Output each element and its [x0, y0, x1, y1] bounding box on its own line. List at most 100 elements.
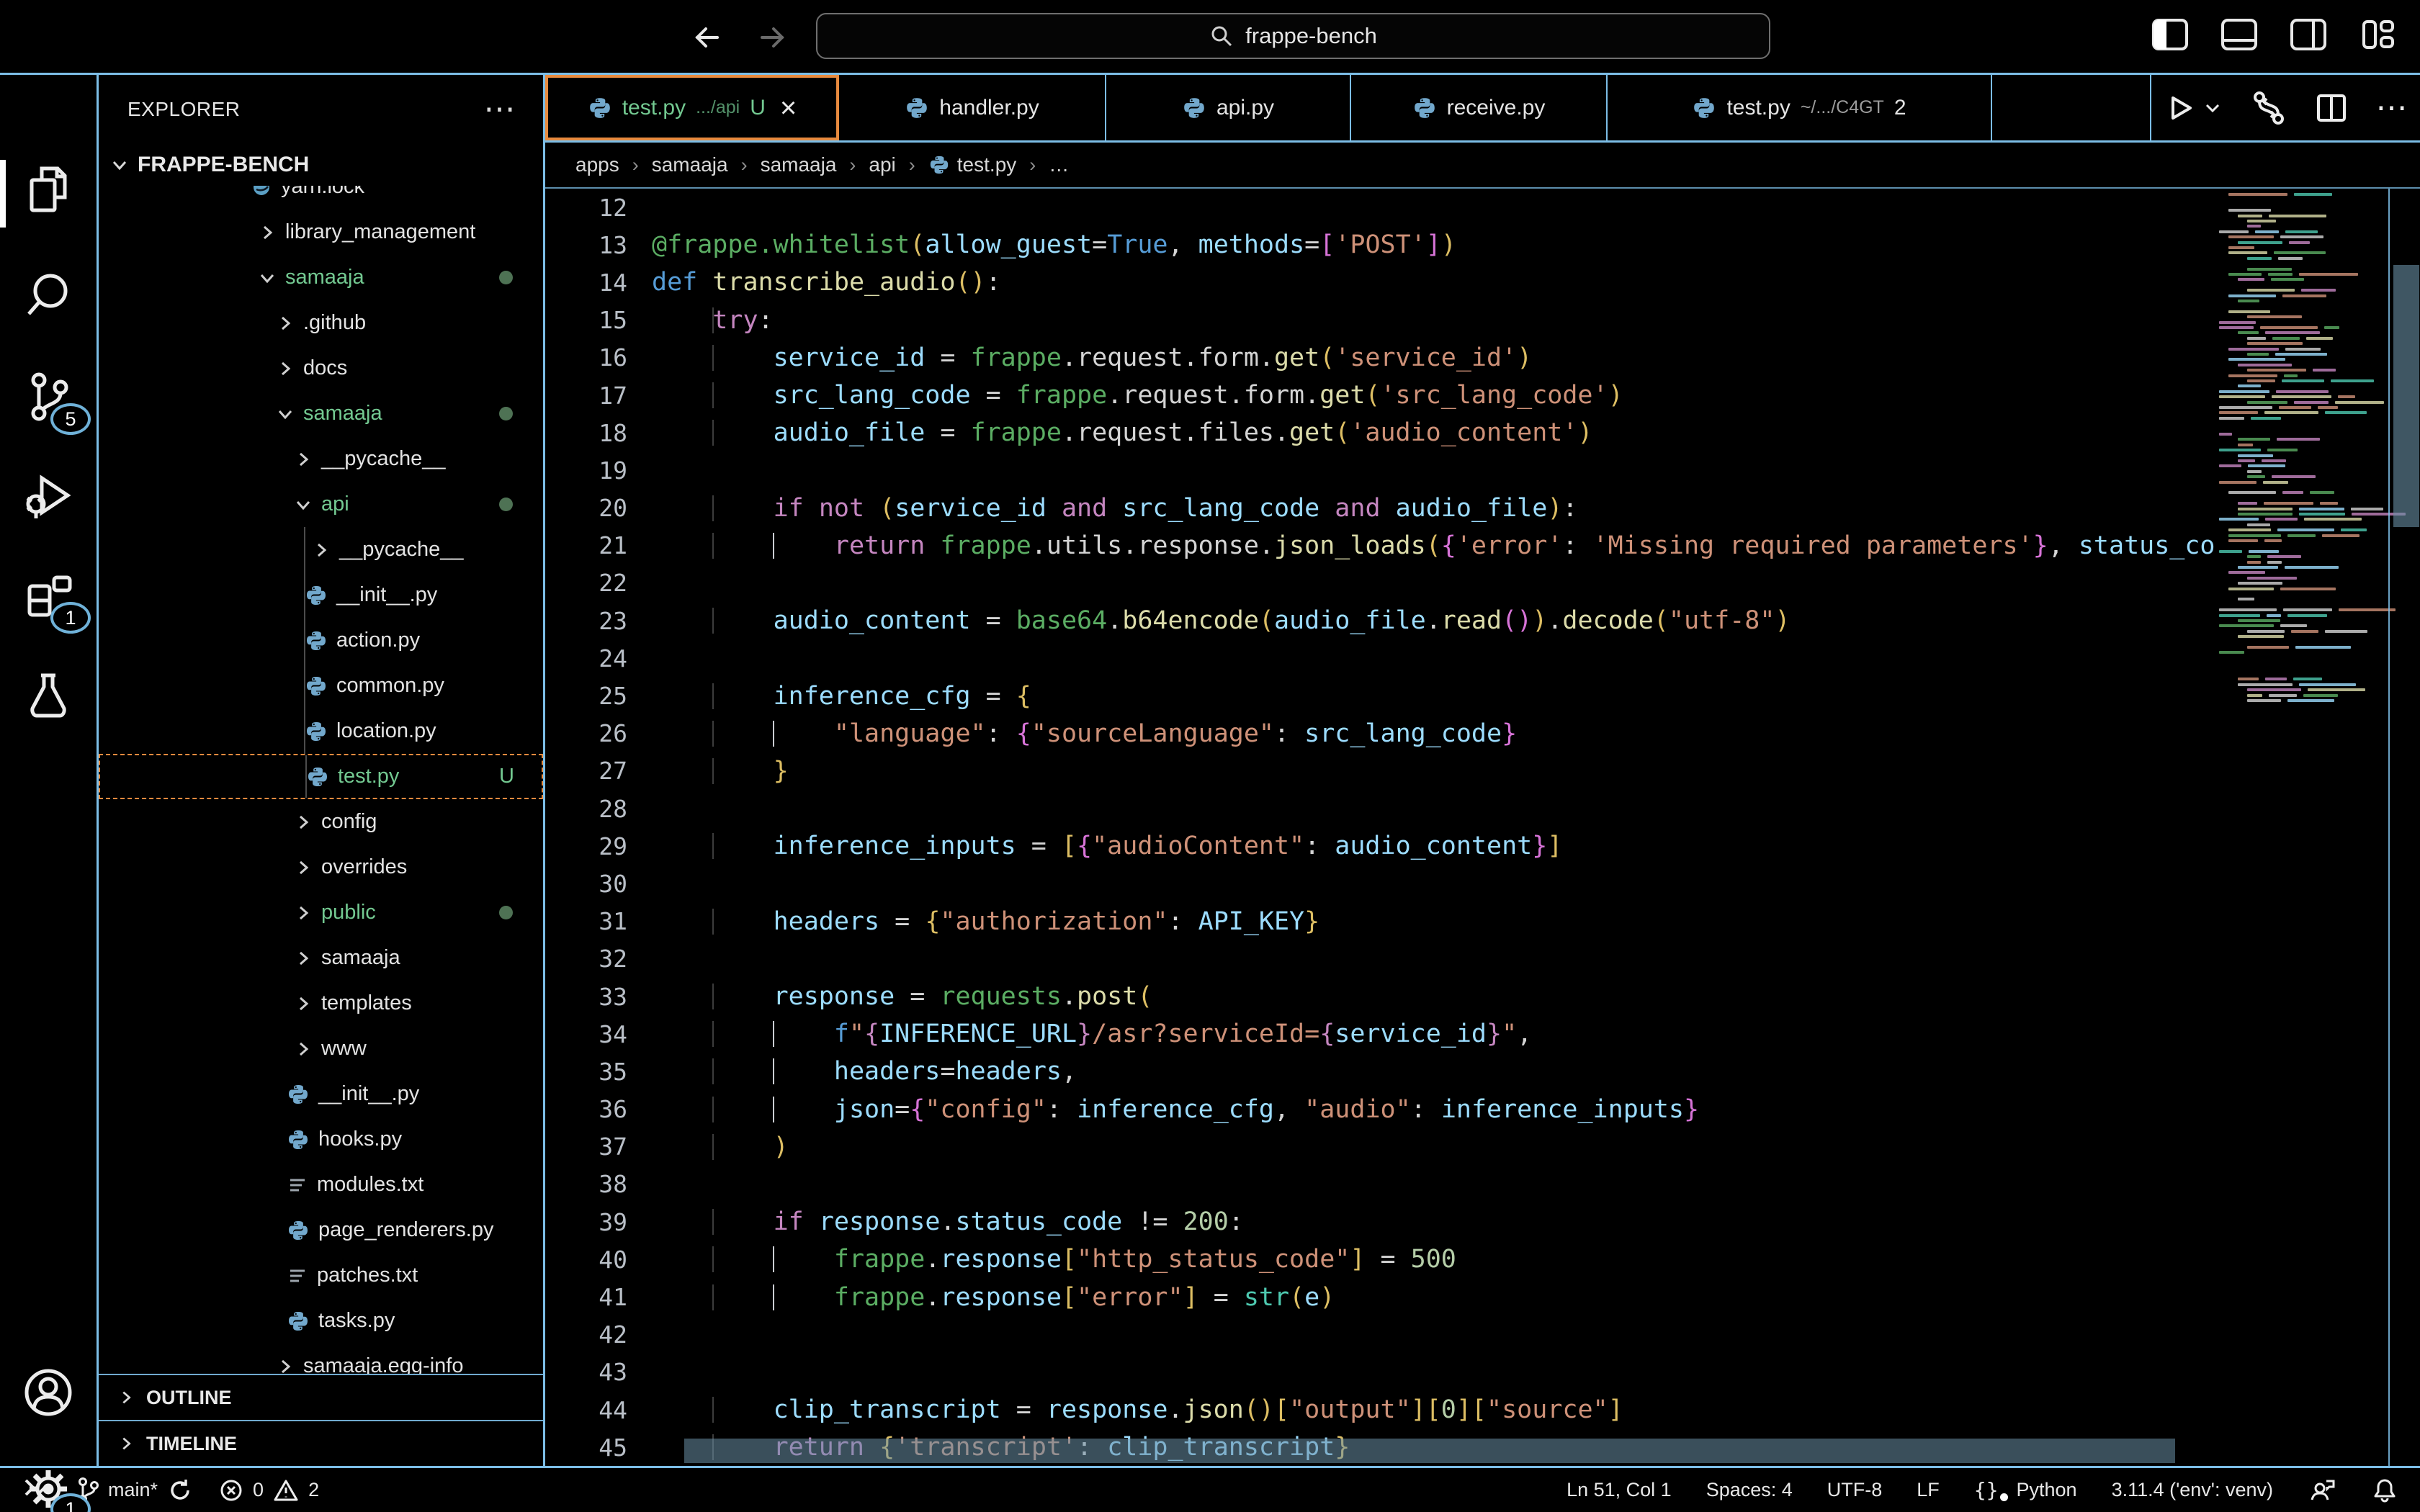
code-line[interactable]: 30	[545, 865, 2420, 902]
problems-item[interactable]: 0 2	[218, 1477, 319, 1503]
code-line[interactable]: 17 src_lang_code = frappe.request.form.g…	[545, 377, 2420, 414]
code-line[interactable]: 13@frappe.whitelist(allow_guest=True, me…	[545, 226, 2420, 264]
code-line[interactable]: 16 service_id = frappe.request.form.get(…	[545, 339, 2420, 377]
run-button[interactable]	[2164, 92, 2222, 124]
breadcrumb-item--[interactable]: …	[1049, 153, 1069, 176]
cursor-position[interactable]: Ln 51, Col 1	[1567, 1479, 1672, 1501]
code-line[interactable]: 18 audio_file = frappe.request.files.get…	[545, 414, 2420, 451]
code-line[interactable]: 14def transcribe_audio():	[545, 264, 2420, 301]
back-arrow-icon[interactable]	[686, 16, 729, 59]
tree-item-samaaja-egg-info[interactable]: samaaja.egg-info	[99, 1344, 543, 1374]
tree-item-hooks-py[interactable]: hooks.py	[99, 1117, 543, 1162]
code-line[interactable]: 36 json={"config": inference_cfg, "audio…	[545, 1091, 2420, 1128]
eol-sequence[interactable]: LF	[1917, 1479, 1940, 1501]
code-line[interactable]: 41 frappe.response["error"] = str(e)	[545, 1278, 2420, 1315]
code-line[interactable]: 26 "language": {"sourceLanguage": src_la…	[545, 715, 2420, 752]
open-changes-icon[interactable]	[2249, 90, 2287, 126]
tree-item-action-py[interactable]: action.py	[99, 618, 543, 663]
tree-item-www[interactable]: www	[99, 1026, 543, 1071]
code-line[interactable]: 39 if response.status_code != 200:	[545, 1203, 2420, 1241]
code-line[interactable]: 29 inference_inputs = [{"audioContent": …	[545, 827, 2420, 865]
code-line[interactable]: 43	[545, 1354, 2420, 1391]
tree-item-tasks-py[interactable]: tasks.py	[99, 1298, 543, 1344]
tree-item--init-py[interactable]: __init__.py	[99, 572, 543, 618]
tree-item-patches-txt[interactable]: patches.txt	[99, 1253, 543, 1298]
extensions-icon[interactable]: 1	[0, 570, 97, 625]
code-line[interactable]: 28	[545, 790, 2420, 827]
code-line[interactable]: 38	[545, 1166, 2420, 1203]
tab-test-py-4[interactable]: test.py~/.../C4GT2	[1608, 75, 1992, 140]
tree-item-samaaja[interactable]: samaaja	[99, 391, 543, 436]
notifications-bell-icon[interactable]	[2371, 1476, 2398, 1505]
toggle-secondary-sidebar-icon[interactable]	[2285, 12, 2332, 58]
code-line[interactable]: 23 audio_content = base64.b64encode(audi…	[545, 602, 2420, 639]
code-line[interactable]: 20 if not (service_id and src_lang_code …	[545, 490, 2420, 527]
code-line[interactable]: 33 response = requests.post(	[545, 978, 2420, 1015]
tree-item--github[interactable]: .github	[99, 300, 543, 346]
code-line[interactable]: 24	[545, 639, 2420, 677]
code-line[interactable]: 19	[545, 451, 2420, 489]
tab-test-py-0[interactable]: test.py.../apiU×	[545, 75, 839, 140]
tree-item-test-py[interactable]: test.pyU	[99, 754, 543, 799]
close-icon[interactable]: ×	[780, 97, 797, 119]
code-line[interactable]: 34 f"{INFERENCE_URL}/asr?serviceId={serv…	[545, 1015, 2420, 1053]
timeline-section[interactable]: TIMELINE	[99, 1420, 543, 1466]
explorer-icon[interactable]	[0, 163, 97, 219]
tree-item-page-renderers-py[interactable]: page_renderers.py	[99, 1207, 543, 1253]
tree-item-api[interactable]: api	[99, 482, 543, 527]
breadcrumb-item-samaaja[interactable]: samaaja	[761, 153, 837, 176]
tree-item--init-py[interactable]: __init__.py	[99, 1071, 543, 1117]
code-line[interactable]: 31 headers = {"authorization": API_KEY}	[545, 903, 2420, 940]
tree-item-common-py[interactable]: common.py	[99, 663, 543, 708]
tree-item-location-py[interactable]: location.py	[99, 708, 543, 754]
code-line[interactable]: 12	[545, 189, 2420, 226]
breadcrumb-item-samaaja[interactable]: samaaja	[652, 153, 728, 176]
outline-section[interactable]: OUTLINE	[99, 1374, 543, 1420]
breadcrumb-item-apps[interactable]: apps	[575, 153, 619, 176]
code-line[interactable]: 25 inference_cfg = {	[545, 677, 2420, 714]
tree-item-samaaja[interactable]: samaaja	[99, 255, 543, 300]
code-line[interactable]: 32	[545, 940, 2420, 978]
account-icon[interactable]	[0, 1365, 97, 1420]
vertical-scrollbar[interactable]	[2393, 265, 2419, 527]
tree-item-library-management[interactable]: library_management	[99, 210, 543, 255]
code-line[interactable]: 35 headers=headers,	[545, 1053, 2420, 1090]
breadcrumb-item-api[interactable]: api	[869, 153, 895, 176]
breadcrumb-item-test-py[interactable]: test.py	[928, 153, 1016, 176]
settings-gear-icon[interactable]: 1	[0, 1462, 97, 1512]
search-icon[interactable]	[0, 268, 97, 321]
tree-item-modules-txt[interactable]: modules.txt	[99, 1162, 543, 1207]
command-center-search[interactable]: frappe-bench	[816, 13, 1770, 59]
tree-item-yarn-lock[interactable]: yarn.lock	[99, 186, 543, 210]
forward-arrow-icon[interactable]	[750, 16, 794, 59]
tree-item-templates[interactable]: templates	[99, 981, 543, 1026]
code-line[interactable]: 27 }	[545, 752, 2420, 790]
source-control-icon[interactable]: 5	[0, 369, 97, 426]
encoding[interactable]: UTF-8	[1827, 1479, 1883, 1501]
code-line[interactable]: 22	[545, 564, 2420, 602]
minimap[interactable]	[2215, 190, 2388, 838]
indentation[interactable]: Spaces: 4	[1706, 1479, 1793, 1501]
tree-item-public[interactable]: public	[99, 890, 543, 935]
testing-icon[interactable]	[0, 668, 97, 723]
code-line[interactable]: 42	[545, 1316, 2420, 1354]
tree-root-frappe-bench[interactable]: FRAPPE-BENCH	[99, 144, 543, 186]
tree-item--pycache-[interactable]: __pycache__	[99, 527, 543, 572]
horizontal-scrollbar[interactable]	[684, 1439, 2175, 1463]
tree-item-samaaja[interactable]: samaaja	[99, 935, 543, 981]
python-interpreter[interactable]: 3.11.4 ('env': venv)	[2112, 1479, 2273, 1501]
code-line[interactable]: 40 frappe.response["http_status_code"] =…	[545, 1241, 2420, 1278]
toggle-panel-icon[interactable]	[2215, 12, 2263, 58]
split-editor-icon[interactable]	[2314, 91, 2349, 125]
tab-handler-py-1[interactable]: handler.py	[839, 75, 1106, 140]
tree-item--pycache-[interactable]: __pycache__	[99, 436, 543, 482]
tree-item-overrides[interactable]: overrides	[99, 845, 543, 890]
language-mode[interactable]: {} Python	[1974, 1478, 2077, 1502]
toggle-primary-sidebar-icon[interactable]	[2146, 12, 2194, 58]
code-line[interactable]: 15 try:	[545, 302, 2420, 339]
customize-layout-icon[interactable]	[2354, 12, 2401, 58]
tree-item-config[interactable]: config	[99, 799, 543, 845]
tab-api-py-2[interactable]: api.py	[1106, 75, 1351, 140]
code-line[interactable]: 37 )	[545, 1128, 2420, 1166]
more-actions-icon[interactable]: ⋯	[2376, 101, 2408, 115]
